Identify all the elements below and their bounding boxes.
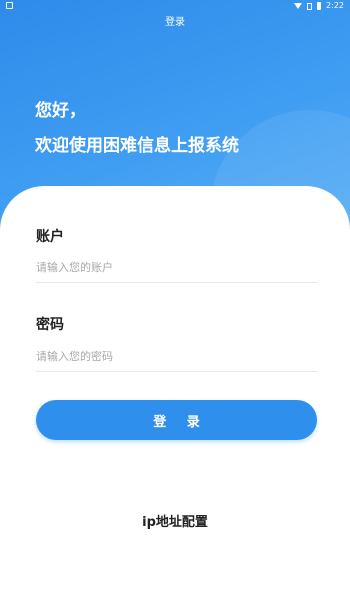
password-input[interactable] [36, 341, 317, 372]
battery-icon [317, 2, 322, 10]
status-icons: 2:22 [294, 0, 344, 12]
status-time: 2:22 [326, 1, 344, 10]
account-input[interactable] [36, 252, 317, 283]
page-title: 登录 [165, 17, 185, 28]
greeting-line-1: 您好， [35, 101, 86, 121]
wifi-icon [294, 3, 303, 9]
notification-icon [6, 2, 13, 9]
account-label: 账户 [36, 229, 64, 245]
login-button[interactable]: 登 录 [36, 400, 317, 440]
password-label: 密码 [36, 317, 64, 333]
ip-config-link[interactable]: ip地址配置 [0, 511, 350, 530]
login-card [0, 186, 350, 600]
status-bar: 2:22 [0, 0, 350, 12]
sim-card-icon [307, 2, 313, 10]
greeting-line-2: 欢迎使用困难信息上报系统 [35, 136, 239, 156]
